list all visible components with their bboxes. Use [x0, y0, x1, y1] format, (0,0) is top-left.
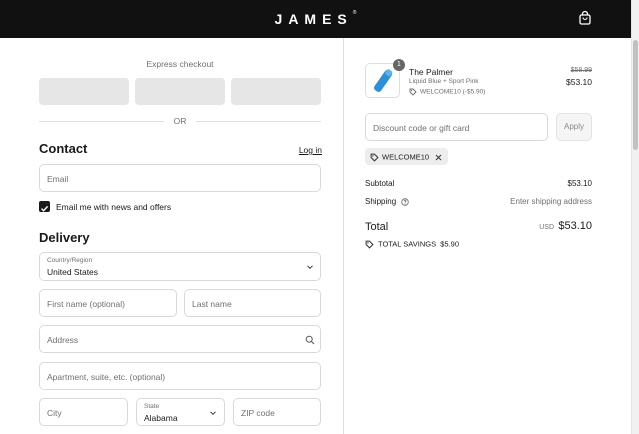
total-value: $53.10	[558, 220, 592, 232]
search-icon	[305, 335, 315, 345]
country-label: Country/Region	[47, 257, 93, 264]
state-label: State	[144, 403, 160, 410]
page-scrollbar[interactable]	[631, 0, 639, 434]
brand-name: JAMES	[274, 11, 353, 27]
state-value: Alabama	[144, 413, 178, 423]
savings-label: TOTAL SAVINGS	[378, 239, 437, 249]
express-pay-button-3[interactable]	[231, 78, 321, 105]
first-name-placeholder: First name (optional)	[47, 299, 125, 309]
savings-value: $5.90	[440, 239, 460, 249]
help-icon[interactable]	[401, 198, 410, 206]
original-price: $58.99	[570, 67, 592, 74]
subtotal-label: Subtotal	[365, 179, 395, 188]
checkout-form-column: Express checkout OR Contact Log in Email…	[0, 38, 343, 434]
city-field[interactable]: City	[39, 398, 128, 426]
scrollbar-thumb[interactable]	[633, 40, 638, 150]
product-discount-text: WELCOME10 (-$5.90)	[420, 88, 486, 96]
product-name: The Palmer	[409, 67, 453, 77]
shipping-label: Shipping	[365, 197, 397, 206]
last-name-placeholder: Last name	[192, 299, 232, 309]
last-name-field[interactable]: Last name	[184, 289, 321, 317]
shipping-value: Enter shipping address	[510, 197, 592, 206]
total-label: Total	[365, 221, 389, 233]
express-pay-button-2[interactable]	[135, 78, 225, 105]
brand-logo[interactable]: JAMES®	[0, 10, 631, 27]
apartment-placeholder: Apartment, suite, etc. (optional)	[47, 372, 166, 382]
product-variant: Liquid Blue + Sport Pink	[409, 78, 479, 85]
remove-discount-icon[interactable]	[435, 154, 442, 161]
address-field[interactable]: Address	[39, 325, 321, 353]
newsletter-checkbox[interactable]	[39, 201, 50, 212]
address-placeholder: Address	[47, 335, 79, 345]
checkmark-icon	[41, 205, 49, 212]
shipping-label-row: Shipping	[365, 197, 410, 206]
tag-icon	[365, 240, 374, 249]
discount-code-placeholder: Discount code or gift card	[373, 123, 470, 133]
email-placeholder: Email	[47, 174, 69, 184]
city-placeholder: City	[47, 408, 62, 418]
chevron-down-icon	[307, 265, 313, 270]
product-discount: WELCOME10 (-$5.90)	[409, 88, 485, 96]
or-divider: OR	[39, 116, 321, 126]
tag-icon	[409, 88, 417, 96]
delivery-heading: Delivery	[39, 230, 90, 245]
zip-placeholder: ZIP code	[241, 408, 275, 418]
site-header: JAMES®	[0, 0, 631, 38]
registered-mark: ®	[352, 10, 357, 17]
applied-code: WELCOME10	[382, 152, 430, 162]
apply-button[interactable]: Apply	[556, 113, 592, 141]
chevron-down-icon	[210, 411, 216, 416]
email-field[interactable]: Email	[39, 164, 321, 192]
login-link[interactable]: Log in	[290, 145, 322, 155]
total-savings: TOTAL SAVINGS $5.90	[365, 239, 459, 249]
item-price: $53.10	[566, 77, 592, 87]
order-summary: 1 The Palmer Liquid Blue + Sport Pink WE…	[344, 38, 631, 434]
country-select[interactable]: Country/Region United States	[39, 252, 321, 281]
zip-field[interactable]: ZIP code	[233, 398, 321, 426]
subtotal-value: $53.10	[567, 179, 592, 188]
discount-code-field[interactable]: Discount code or gift card	[365, 113, 548, 141]
first-name-field[interactable]: First name (optional)	[39, 289, 177, 317]
apartment-field[interactable]: Apartment, suite, etc. (optional)	[39, 362, 321, 390]
contact-heading: Contact	[39, 141, 88, 156]
shopping-bag-icon[interactable]	[577, 10, 593, 26]
newsletter-label: Email me with news and offers	[56, 202, 172, 212]
state-select[interactable]: State Alabama	[136, 398, 225, 426]
country-value: United States	[47, 267, 99, 277]
applied-discount-chip: WELCOME10	[365, 148, 449, 165]
tag-icon	[370, 153, 379, 162]
quantity-badge: 1	[393, 59, 405, 71]
express-checkout-label: Express checkout	[146, 59, 214, 69]
express-pay-button-1[interactable]	[39, 78, 129, 105]
